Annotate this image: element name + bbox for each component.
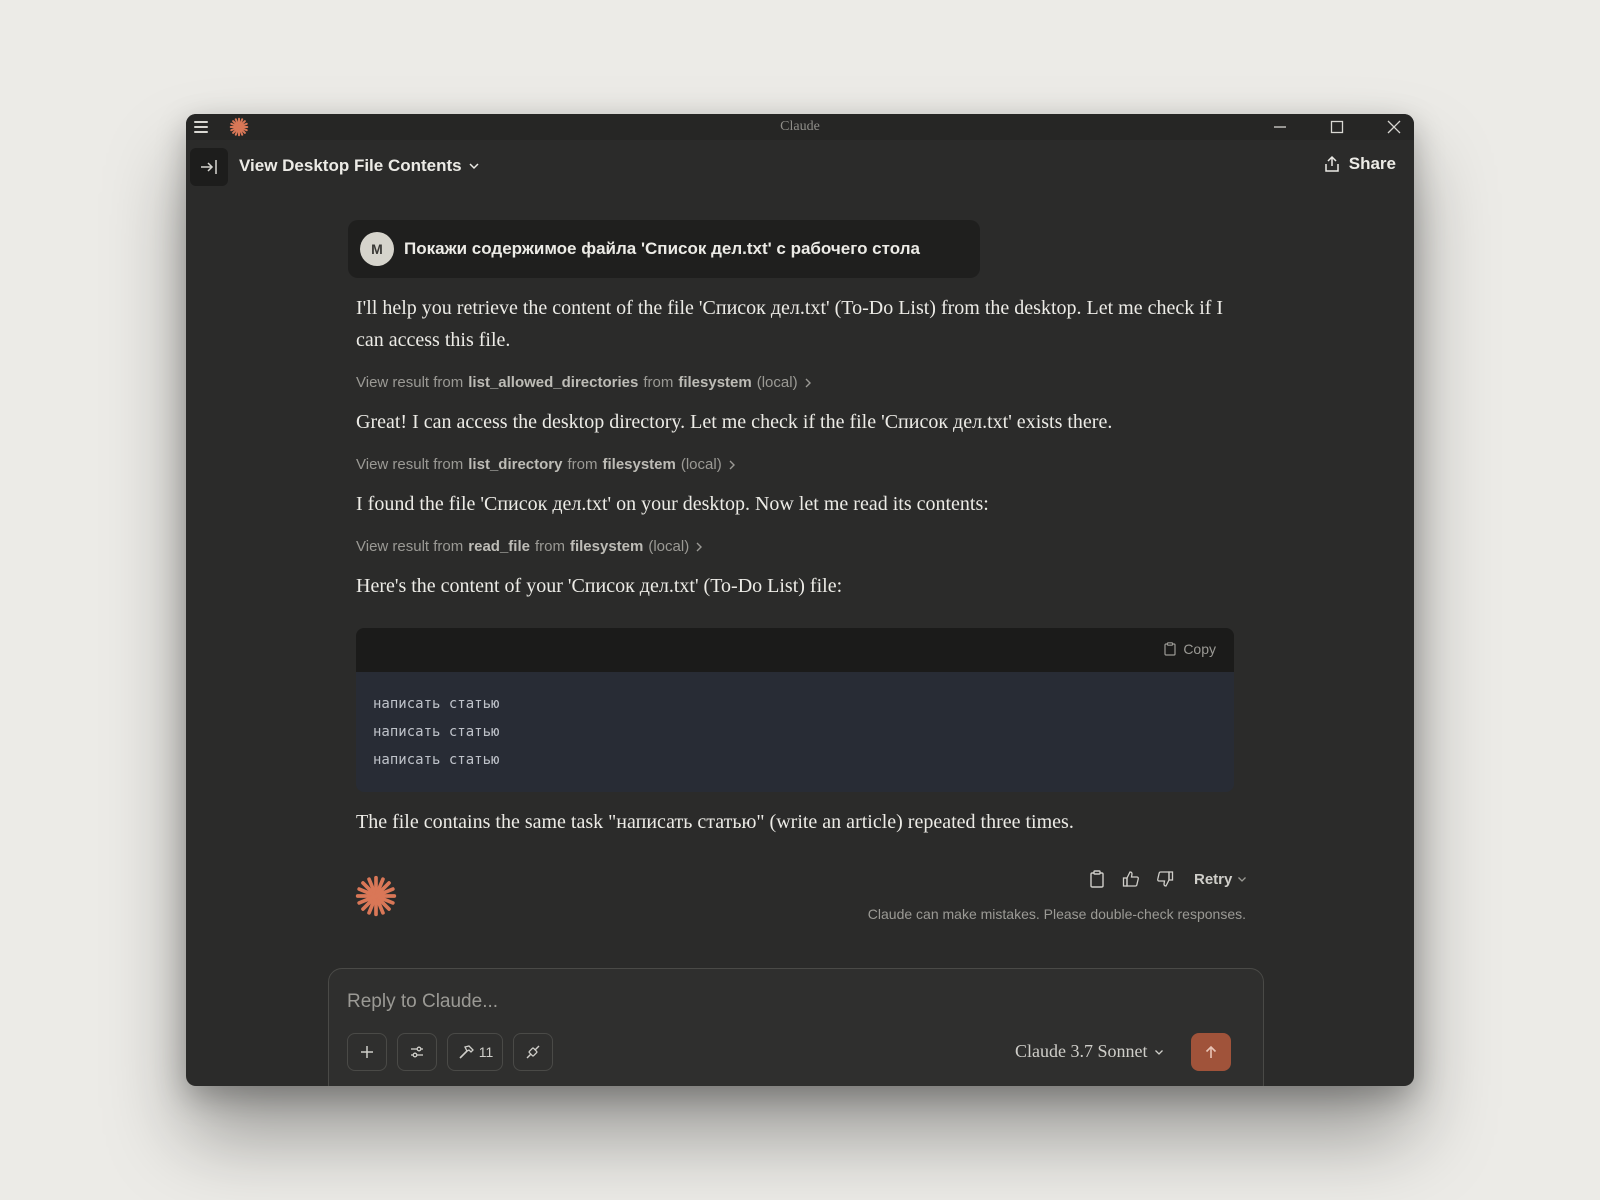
tools-button[interactable]: 11 xyxy=(447,1033,503,1071)
tool-result-link[interactable]: View result from list_allowed_directorie… xyxy=(356,374,813,391)
minimize-icon xyxy=(1274,126,1286,128)
tool-result-from: from xyxy=(567,456,598,473)
conversation-title-dropdown[interactable]: View Desktop File Contents xyxy=(239,156,480,176)
tool-server: filesystem xyxy=(569,538,644,555)
sidebar-expand-icon xyxy=(201,160,217,174)
tool-result-prefix: View result from xyxy=(356,374,464,391)
clipboard-icon xyxy=(1090,870,1104,888)
conversation-header: View Desktop File Contents Share xyxy=(186,140,1414,204)
settings-button[interactable] xyxy=(397,1033,437,1071)
retry-button[interactable]: Retry xyxy=(1194,871,1247,888)
assistant-message: I'll help you retrieve the content of th… xyxy=(356,297,1224,351)
claude-logo-icon xyxy=(355,875,397,917)
thumbs-up-button[interactable] xyxy=(1120,868,1142,890)
integrations-button[interactable] xyxy=(513,1033,553,1071)
chevron-down-icon xyxy=(469,163,479,170)
tool-result-prefix: View result from xyxy=(356,538,464,555)
tool-scope: (local) xyxy=(756,374,798,391)
chevron-right-icon xyxy=(805,378,811,387)
thumbs-down-button[interactable] xyxy=(1154,868,1176,890)
chevron-down-icon xyxy=(1154,1049,1163,1055)
tool-scope: (local) xyxy=(680,456,722,473)
conversation-title: View Desktop File Contents xyxy=(239,156,462,175)
thumbs-down-icon xyxy=(1157,871,1174,887)
title-bar: Claude xyxy=(186,114,1414,140)
assistant-message: Here's the content of your 'Список дел.t… xyxy=(356,575,843,597)
copy-response-button[interactable] xyxy=(1086,868,1108,890)
chevron-right-icon xyxy=(696,542,703,551)
maximize-icon xyxy=(1330,120,1344,134)
assistant-message: I found the file 'Список дел.txt' on you… xyxy=(356,493,989,515)
tool-name: list_directory xyxy=(468,456,563,473)
disclaimer-text: Claude can make mistakes. Please double-… xyxy=(867,906,1246,922)
tool-result-link[interactable]: View result from list_directory from fil… xyxy=(356,456,737,473)
minimize-button[interactable] xyxy=(1260,114,1300,140)
tool-scope: (local) xyxy=(648,538,690,555)
avatar: M xyxy=(360,232,394,266)
copy-button[interactable]: Copy xyxy=(1163,641,1216,657)
model-selector[interactable]: Claude 3.7 Sonnet xyxy=(1015,1041,1164,1062)
close-icon xyxy=(1387,120,1401,134)
close-button[interactable] xyxy=(1374,114,1414,140)
arrow-up-icon xyxy=(1205,1045,1217,1058)
sidebar-toggle-button[interactable] xyxy=(190,148,228,186)
chevron-right-icon xyxy=(729,460,735,469)
code-line: написать статью xyxy=(373,724,500,740)
tools-count: 11 xyxy=(478,1044,494,1060)
clipboard-icon xyxy=(1164,642,1176,656)
app-window: Claude View Desktop File Contents Share … xyxy=(186,114,1414,1086)
share-icon xyxy=(1325,155,1339,172)
tool-name: list_allowed_directories xyxy=(468,374,639,391)
model-name: Claude 3.7 Sonnet xyxy=(1015,1041,1148,1061)
plus-icon xyxy=(361,1046,373,1058)
tool-server: filesystem xyxy=(602,456,676,473)
copy-label: Copy xyxy=(1183,641,1216,657)
code-block-header: Copy xyxy=(356,628,1234,672)
reply-composer[interactable]: Reply to Claude... 11 Claude 3.7 Sonnet xyxy=(328,968,1264,1086)
tool-result-from: from xyxy=(534,538,565,555)
tool-result-prefix: View result from xyxy=(356,456,464,473)
user-message: M Покажи содержимое файла 'Список дел.tx… xyxy=(348,220,980,278)
reply-input[interactable]: Reply to Claude... xyxy=(347,991,498,1013)
message-actions: Retry xyxy=(1086,868,1247,890)
share-button[interactable]: Share xyxy=(1323,154,1396,174)
send-button[interactable] xyxy=(1191,1033,1231,1071)
code-line: написать статью xyxy=(373,752,500,768)
user-message-text: Покажи содержимое файла 'Список дел.txt'… xyxy=(404,239,920,258)
tool-server: filesystem xyxy=(678,374,752,391)
thumbs-up-icon xyxy=(1122,871,1139,887)
assistant-message: The file contains the same task "написат… xyxy=(356,811,1074,833)
sliders-icon xyxy=(411,1046,423,1058)
code-line: написать статью xyxy=(373,696,500,712)
tool-result-from: from xyxy=(643,374,674,391)
add-attachment-button[interactable] xyxy=(347,1033,387,1071)
assistant-message: Great! I can access the desktop director… xyxy=(356,411,1113,433)
hammer-icon xyxy=(459,1045,474,1059)
maximize-button[interactable] xyxy=(1317,114,1357,140)
code-block: Copy написать статью написать статью нап… xyxy=(356,628,1234,792)
tool-result-link[interactable]: View result from read_file from filesyst… xyxy=(356,538,704,555)
chevron-down-icon xyxy=(1238,877,1247,882)
code-content: написать статью написать статью написать… xyxy=(356,672,1234,792)
share-label: Share xyxy=(1348,154,1396,173)
retry-label: Retry xyxy=(1194,870,1233,888)
window-title: Claude xyxy=(780,119,820,134)
tool-name: read_file xyxy=(468,538,530,555)
plug-icon xyxy=(526,1045,540,1059)
